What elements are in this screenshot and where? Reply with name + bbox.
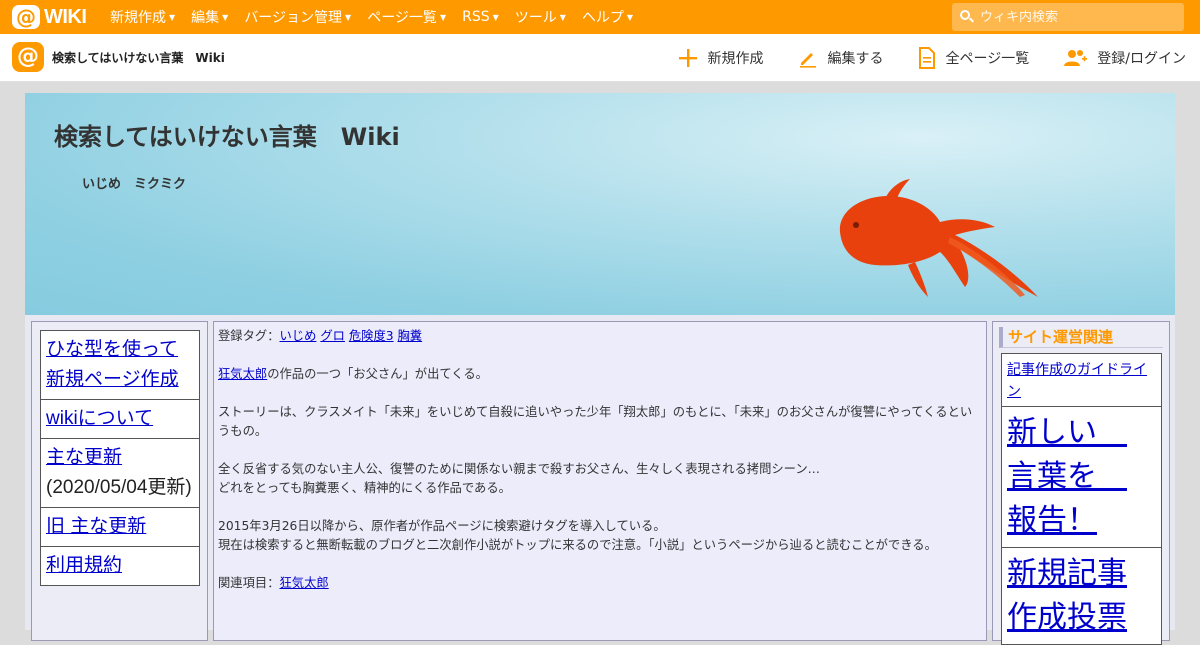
review-paragraph: 全く反省する気のない主人公、復讐のために関係ない親まで殺すお父さん、生々しく表現…	[218, 462, 820, 495]
login-button[interactable]: 登録/ログイン	[1063, 48, 1186, 68]
top-menu: 新規作成 ▼ 編集 ▼ バージョン管理 ▼ ページ一覧 ▼ RSS ▼ ツール ▼ ヘルプ ▼	[102, 0, 641, 34]
tag-link[interactable]: グロ	[320, 329, 345, 343]
site-name[interactable]: 検索してはいけない言葉 Wiki	[52, 49, 225, 66]
right-menu-table: 記事作成のガイドライン 新しい 言葉を 報告！ 新規記事作成投票	[1001, 353, 1162, 645]
caret-down-icon: ▼	[345, 12, 352, 22]
list-item: wikiについて	[40, 400, 200, 439]
tag-link[interactable]: 胸糞	[398, 329, 423, 343]
related-link[interactable]: 狂気太郎	[280, 576, 329, 590]
banner-subtitle: いじめ ミクミク	[82, 177, 187, 192]
toolbar-actions: 新規作成 編集する 全ページ一覧 登録/ログイン	[644, 34, 1186, 82]
tag-line: 登録タグ：いじめ グロ 危険度3 胸糞	[218, 329, 423, 343]
edit-button[interactable]: 編集する	[798, 48, 884, 68]
site-toolbar: @ 検索してはいけない言葉 Wiki 新規作成 編集する 全ページ一覧 登録/ロ…	[0, 34, 1200, 82]
report-word-link[interactable]: 新しい 言葉を 報告！	[1007, 416, 1127, 537]
menu-new[interactable]: 新規作成 ▼	[102, 0, 183, 34]
all-pages-button[interactable]: 全ページ一覧	[918, 47, 1029, 69]
left-menu-link[interactable]: 主な更新	[46, 447, 122, 468]
related-paragraph: 関連項目：狂気太郎	[218, 576, 329, 590]
plus-icon	[678, 49, 697, 67]
search-icon	[960, 10, 974, 24]
list-item: 旧 主な更新	[40, 508, 200, 547]
story-paragraph: ストーリーは、クラスメイト「未来」をいじめて自殺に追いやった少年「翔太郎」のもと…	[218, 405, 973, 438]
list-item: 利用規約	[40, 547, 200, 586]
left-menu-link[interactable]: 旧 主な更新	[46, 516, 146, 537]
list-item: 新規記事作成投票	[1001, 548, 1162, 645]
notice-paragraph: 2015年3月26日以降から、原作者が作品ページに検索避けタグを導入している。現…	[218, 519, 937, 552]
guideline-link[interactable]: 記事作成のガイドライン	[1007, 361, 1147, 399]
goldfish-icon	[839, 179, 1038, 297]
left-menu-link[interactable]: ひな型を使って新規ページ作成	[46, 339, 179, 390]
caret-down-icon: ▼	[169, 12, 176, 22]
atwiki-logo[interactable]: @ WIKI	[12, 4, 87, 30]
author-link[interactable]: 狂気太郎	[218, 367, 267, 381]
page-title[interactable]: 検索してはいけない言葉 Wiki	[54, 117, 400, 152]
list-item: 新しい 言葉を 報告！	[1001, 407, 1162, 548]
menu-tools[interactable]: ツール ▼	[507, 0, 574, 34]
users-icon	[1064, 50, 1088, 66]
menu-rss[interactable]: RSS ▼	[454, 0, 507, 34]
menu-version[interactable]: バージョン管理 ▼	[236, 0, 359, 34]
menu-page-list[interactable]: ページ一覧 ▼	[359, 0, 454, 34]
update-date: (2020/05/04更新)	[46, 477, 192, 498]
wiki-search-box	[952, 3, 1184, 31]
document-icon	[918, 47, 935, 69]
right-sidebar: サイト運営関連 記事作成のガイドライン 新しい 言葉を 報告！ 新規記事作成投票	[992, 321, 1170, 645]
caret-down-icon: ▼	[626, 12, 634, 22]
tag-link[interactable]: いじめ	[280, 329, 317, 343]
intro-paragraph: 狂気太郎の作品の一つ「お父さん」が出てくる。	[218, 367, 488, 381]
caret-down-icon: ▼	[492, 12, 499, 22]
wiki-header-banner: 検索してはいけない言葉 Wiki いじめ ミクミク	[25, 93, 1175, 315]
new-article-vote-link[interactable]: 新規記事作成投票	[1007, 557, 1127, 634]
pencil-icon	[799, 53, 816, 68]
at-mark-icon: @	[12, 5, 40, 29]
list-item: 記事作成のガイドライン	[1001, 353, 1162, 407]
new-page-button[interactable]: 新規作成	[678, 48, 764, 68]
caret-down-icon: ▼	[439, 12, 447, 22]
article-body: 登録タグ：いじめ グロ 危険度3 胸糞 狂気太郎の作品の一つ「お父さん」が出てく…	[213, 321, 987, 641]
list-item: ひな型を使って新規ページ作成	[40, 330, 200, 400]
tag-link[interactable]: 危険度3	[349, 329, 394, 343]
menu-edit[interactable]: 編集 ▼	[183, 0, 236, 34]
list-item: 主な更新 (2020/05/04更新)	[40, 439, 200, 508]
left-sidebar: ひな型を使って新規ページ作成 wikiについて 主な更新 (2020/05/04…	[31, 321, 208, 641]
top-navigation-bar: @ WIKI 新規作成 ▼ 編集 ▼ バージョン管理 ▼ ページ一覧 ▼ RSS ▼ ツー…	[0, 0, 1200, 34]
caret-down-icon: ▼	[222, 12, 229, 22]
caret-down-icon: ▼	[559, 12, 566, 22]
at-mark-icon[interactable]: @	[12, 42, 44, 72]
left-menu-link[interactable]: wikiについて	[46, 408, 153, 429]
left-menu-link[interactable]: 利用規約	[46, 555, 122, 576]
search-input[interactable]	[980, 9, 1180, 25]
sidebar-heading: サイト運営関連	[999, 327, 1163, 348]
logo-text: WIKI	[44, 5, 87, 28]
left-menu-table: ひな型を使って新規ページ作成 wikiについて 主な更新 (2020/05/04…	[40, 330, 200, 586]
menu-help[interactable]: ヘルプ ▼	[574, 0, 641, 34]
